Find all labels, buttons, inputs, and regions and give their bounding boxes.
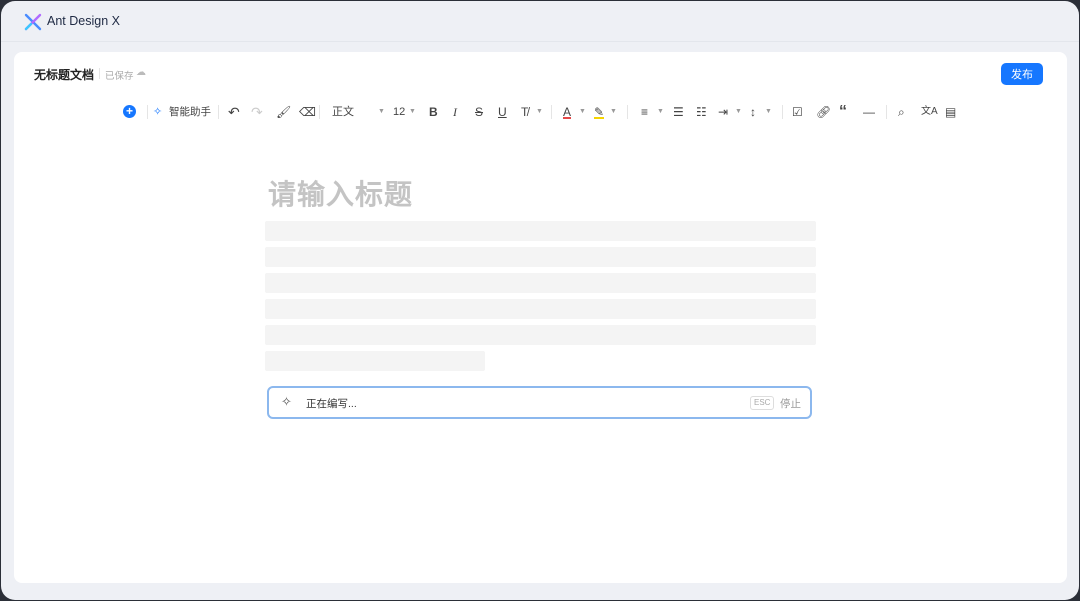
ai-sparkle-icon: ✧ (153, 106, 163, 118)
stop-button[interactable]: 停止 (780, 396, 801, 411)
clear-format-icon[interactable]: T̸ (521, 102, 528, 122)
skeleton-line (265, 247, 816, 267)
strikethrough-icon[interactable]: S (475, 102, 483, 122)
ordered-list-icon[interactable]: ☷ (696, 102, 707, 122)
esc-key-hint: ESC (750, 396, 775, 410)
ant-design-x-logo-icon (24, 13, 42, 31)
undo-icon[interactable]: ↶ (228, 102, 240, 122)
divider (147, 105, 148, 119)
chevron-down-icon[interactable]: ▼ (536, 102, 543, 122)
paragraph-style-select[interactable]: 正文 (332, 102, 354, 122)
app-window: Ant Design X 无标题文档 已保存 ☁ 发布 + ✧ 智能助手 ↶ ↷… (1, 1, 1079, 600)
italic-icon[interactable]: I (453, 102, 457, 122)
link-icon[interactable]: 🔗︎ (816, 102, 831, 122)
find-icon[interactable]: ⌕ (898, 102, 905, 122)
chevron-down-icon[interactable]: ▼ (657, 102, 664, 122)
quote-icon[interactable]: “ (839, 102, 847, 122)
skeleton-line (265, 299, 816, 319)
insert-plus-icon[interactable]: + (123, 105, 136, 118)
underline-icon[interactable]: U (498, 102, 507, 122)
chevron-down-icon[interactable]: ▼ (610, 102, 617, 122)
ai-assistant-button[interactable]: 智能助手 (169, 102, 211, 122)
divider (99, 68, 100, 79)
save-status: 已保存 (105, 71, 134, 82)
translate-icon[interactable]: 文A (921, 102, 938, 122)
skeleton-line (265, 273, 816, 293)
checkbox-icon[interactable]: ☑ (792, 102, 803, 122)
font-color-icon[interactable]: A (563, 102, 572, 119)
divider (627, 105, 628, 119)
bullet-list-icon[interactable]: ☰ (673, 102, 684, 122)
divider (551, 105, 552, 119)
ai-writing-bar: ✧ 正在编写... ESC 停止 (267, 386, 812, 419)
document-title[interactable]: 无标题文档 (34, 66, 94, 83)
format-painter-icon[interactable]: 🖌︎ (276, 102, 291, 122)
chevron-down-icon[interactable]: ▼ (378, 102, 385, 122)
editor-card: 无标题文档 已保存 ☁ 发布 + ✧ 智能助手 ↶ ↷ 🖌︎ ⌫ 正文 ▼ 12… (14, 52, 1067, 583)
chevron-down-icon[interactable]: ▼ (765, 102, 772, 122)
cloud-icon: ☁ (136, 67, 146, 78)
app-brand: Ant Design X (47, 14, 120, 28)
document-icon[interactable]: ▤ (945, 102, 956, 122)
title-input[interactable]: 请输入标题 (268, 173, 413, 213)
horizontal-rule-icon[interactable]: — (863, 102, 875, 122)
chevron-down-icon[interactable]: ▼ (735, 102, 742, 122)
font-size-select[interactable]: 12 (393, 102, 405, 122)
indent-icon[interactable]: ⇥ (718, 102, 728, 122)
chevron-down-icon[interactable]: ▼ (409, 102, 416, 122)
divider (218, 105, 219, 119)
divider (319, 105, 320, 119)
divider (886, 105, 887, 119)
eraser-icon[interactable]: ⌫ (299, 102, 316, 122)
skeleton-line (265, 325, 816, 345)
bold-icon[interactable]: B (429, 102, 438, 122)
publish-button[interactable]: 发布 (1001, 63, 1043, 85)
header-divider (1, 41, 1079, 42)
ai-sparkle-icon: ✧ (281, 394, 292, 409)
skeleton-line (265, 351, 485, 371)
highlight-icon[interactable]: ✎ (594, 102, 605, 119)
skeleton-line (265, 221, 816, 241)
ai-status: 正在编写... (306, 398, 357, 410)
divider (782, 105, 783, 119)
redo-icon[interactable]: ↷ (251, 102, 263, 122)
chevron-down-icon[interactable]: ▼ (579, 102, 586, 122)
align-left-icon[interactable]: ≡ (641, 102, 648, 122)
line-height-icon[interactable]: ↕ (750, 102, 756, 122)
